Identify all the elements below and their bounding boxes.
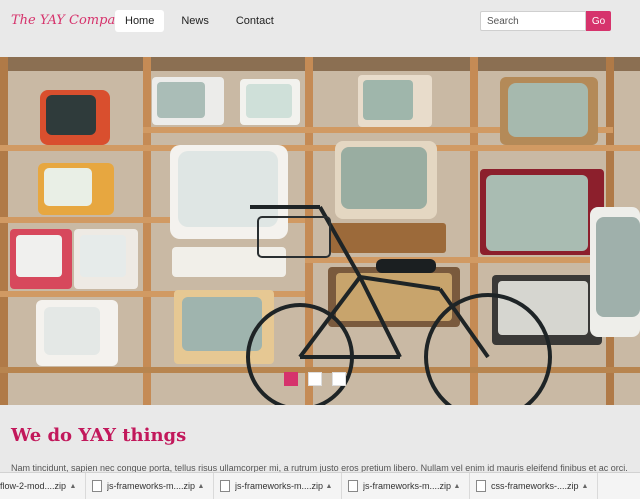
main-nav: Home News Contact <box>115 10 291 32</box>
hero-image <box>0 57 640 405</box>
chevron-up-icon[interactable]: ▲ <box>67 483 79 490</box>
search-input[interactable] <box>480 11 586 31</box>
carousel-dot-3[interactable] <box>332 372 346 386</box>
download-item[interactable]: js-frameworks-m....zip ▲ <box>214 472 342 499</box>
brand-logo[interactable]: The YAY Company <box>11 13 131 28</box>
file-icon <box>476 480 486 492</box>
download-item[interactable]: js-frameworks-m....zip ▲ <box>86 472 214 499</box>
download-name: js-frameworks-m....zip <box>363 481 451 491</box>
chevron-up-icon[interactable]: ▲ <box>579 483 591 490</box>
carousel-dot-1[interactable] <box>284 372 298 386</box>
nav-item-home[interactable]: Home <box>115 10 165 32</box>
download-name: css-frameworks-....zip <box>491 481 579 491</box>
nav-item-contact[interactable]: Contact <box>226 10 284 32</box>
navbar: The YAY Company Home News Contact Go <box>0 0 640 57</box>
chevron-up-icon[interactable]: ▲ <box>195 483 207 490</box>
file-icon <box>220 480 230 492</box>
chevron-up-icon[interactable]: ▲ <box>451 483 463 490</box>
hero-carousel[interactable] <box>0 57 640 405</box>
download-name: js-frameworks-m....zip <box>235 481 323 491</box>
page-headline: We do YAY things <box>11 425 187 446</box>
file-icon <box>92 480 102 492</box>
download-item[interactable]: flow-2-mod....zip ▲ <box>0 472 86 499</box>
chevron-up-icon[interactable]: ▲ <box>323 483 335 490</box>
download-name: js-frameworks-m....zip <box>107 481 195 491</box>
carousel-dot-2[interactable] <box>308 372 322 386</box>
download-name: flow-2-mod....zip <box>0 481 67 491</box>
file-icon <box>348 480 358 492</box>
search-go-button[interactable]: Go <box>586 11 611 31</box>
download-item[interactable]: css-frameworks-....zip ▲ <box>470 472 598 499</box>
nav-item-news[interactable]: News <box>171 10 219 32</box>
downloads-bar: flow-2-mod....zip ▲ js-frameworks-m....z… <box>0 472 640 499</box>
carousel-indicators <box>284 372 346 386</box>
download-item[interactable]: js-frameworks-m....zip ▲ <box>342 472 470 499</box>
